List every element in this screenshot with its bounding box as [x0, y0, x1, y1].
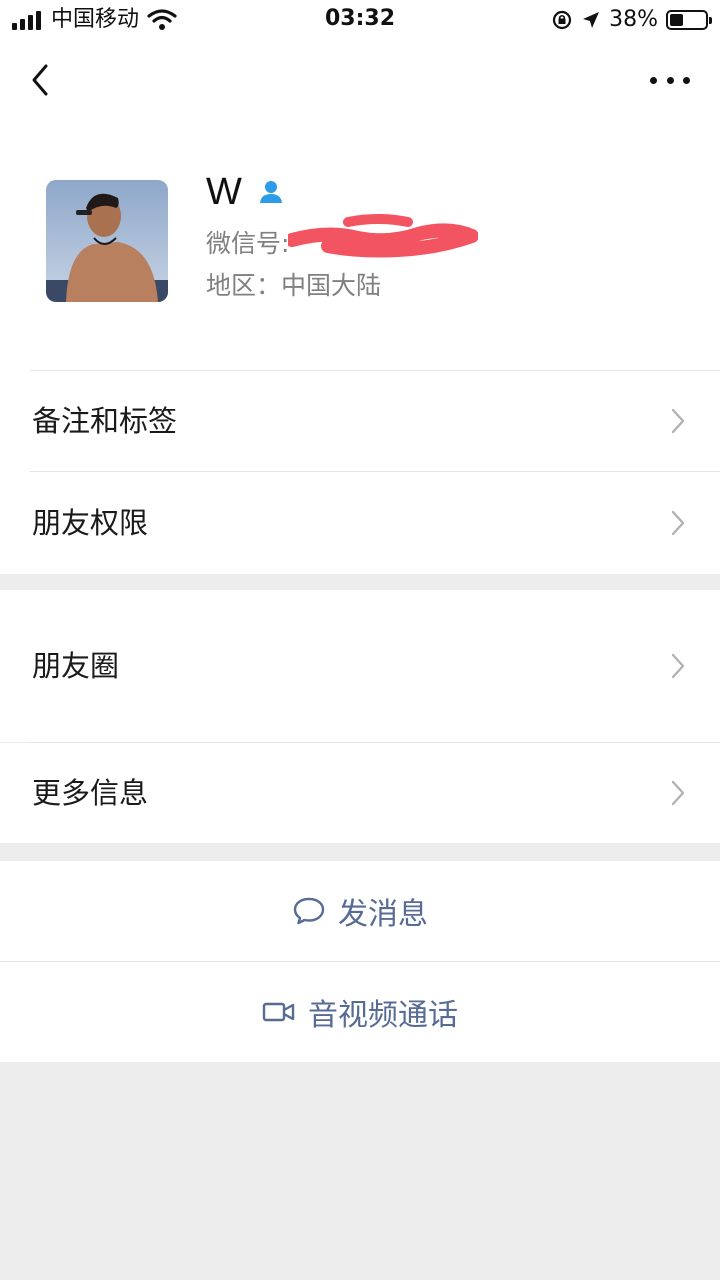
- more-options-button[interactable]: [650, 70, 690, 90]
- row-more-info[interactable]: 更多信息: [0, 743, 720, 843]
- location-icon: [583, 12, 600, 28]
- row-label: 朋友权限: [32, 506, 149, 540]
- back-button[interactable]: [24, 60, 60, 100]
- row-label: 朋友圈: [32, 649, 120, 683]
- avatar[interactable]: [46, 180, 168, 302]
- redaction-scribble: [288, 214, 478, 258]
- row-label: 更多信息: [32, 776, 149, 810]
- row-moments[interactable]: 朋友圈: [0, 590, 720, 742]
- av-call-label: 音视频通话: [308, 998, 458, 1033]
- battery-percent: 38%: [609, 7, 658, 32]
- send-message-label: 发消息: [338, 897, 428, 932]
- region: 地区：中国大陆: [206, 271, 382, 300]
- contact-person-icon: [259, 181, 282, 203]
- row-label: 备注和标签: [32, 404, 178, 438]
- battery-icon: [666, 10, 712, 30]
- rotation-lock-icon: [552, 10, 572, 30]
- contact-name: W: [206, 171, 242, 213]
- status-bar: 中国移动 03:32 38%: [0, 0, 720, 40]
- chevron-right-icon: [671, 510, 685, 536]
- chevron-right-icon: [671, 408, 685, 434]
- row-friend-permissions[interactable]: 朋友权限: [0, 472, 720, 573]
- av-call-button[interactable]: 音视频通话: [0, 962, 720, 1062]
- chat-bubble-icon: [293, 897, 325, 925]
- chevron-right-icon: [671, 653, 685, 679]
- send-message-button[interactable]: 发消息: [0, 861, 720, 961]
- row-remarks-tags[interactable]: 备注和标签: [0, 371, 720, 471]
- wechat-id: 微信号:: [206, 229, 290, 258]
- video-camera-icon: [262, 1002, 295, 1022]
- chevron-right-icon: [671, 780, 685, 806]
